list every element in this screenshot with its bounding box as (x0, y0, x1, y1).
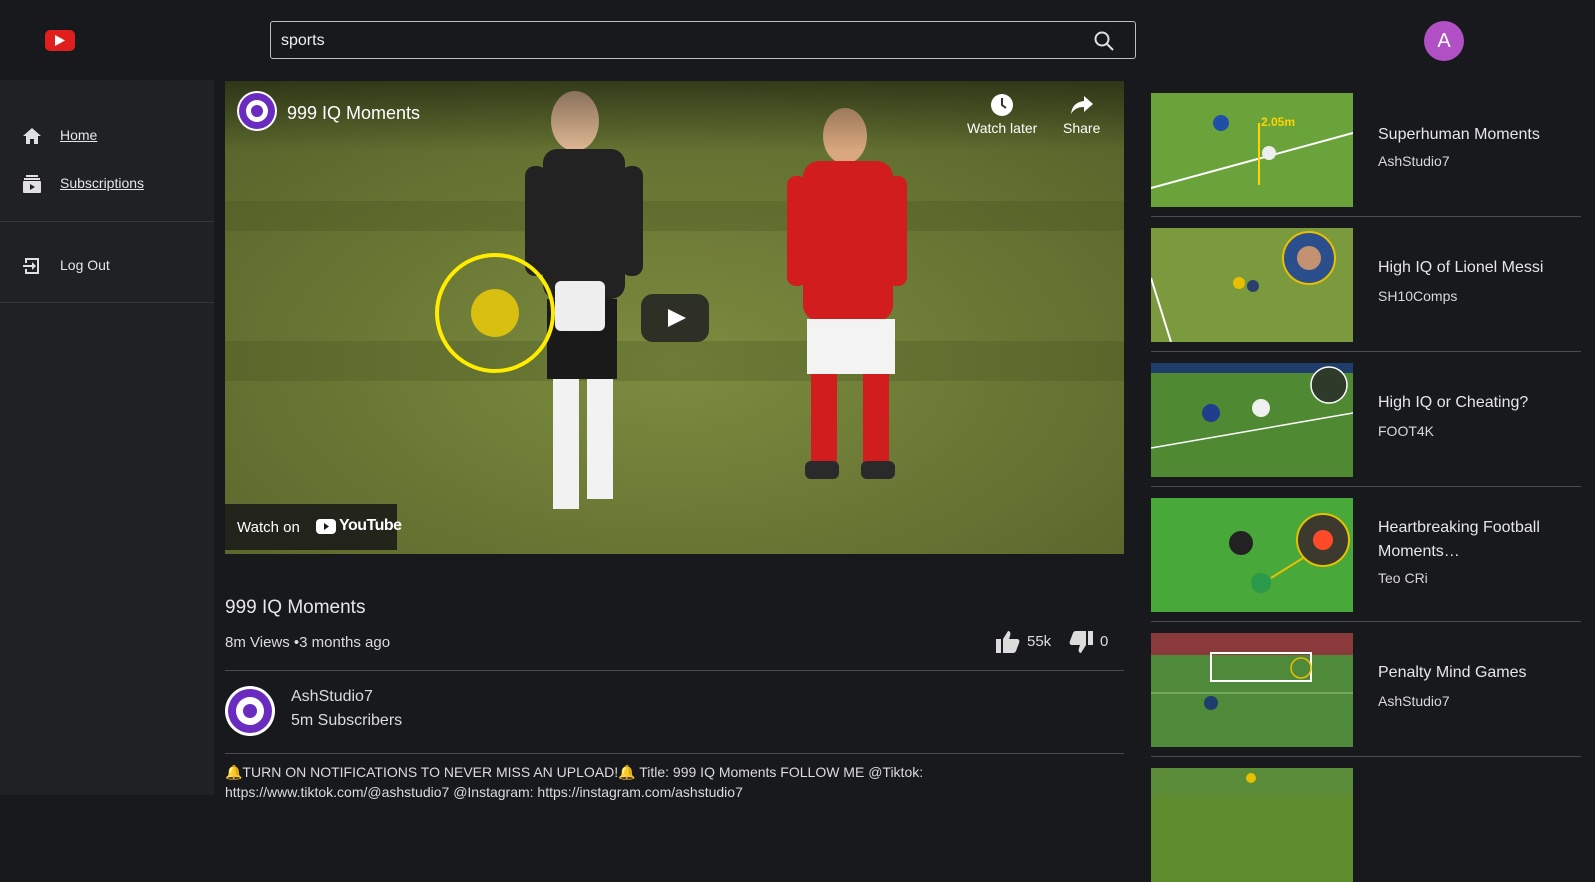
recommendation-divider (1151, 621, 1581, 622)
recommendation-channel[interactable]: Teo CRi (1378, 570, 1428, 586)
recommendation-title[interactable]: High IQ of Lionel Messi (1378, 256, 1578, 280)
video-thumbnail (1151, 498, 1353, 612)
user-avatar[interactable]: A (1424, 21, 1464, 61)
recommendation-channel[interactable]: AshStudio7 (1378, 693, 1450, 709)
recommendation-divider (1151, 486, 1581, 487)
video-description: 🔔TURN ON NOTIFICATIONS TO NEVER MISS AN … (225, 764, 924, 800)
recommendation-divider (1151, 351, 1581, 352)
share-button[interactable]: Share (1063, 93, 1100, 136)
watch-on-youtube-button[interactable]: Watch on YouTube (225, 504, 402, 550)
sidebar-item-subscriptions[interactable]: Subscriptions (0, 166, 214, 202)
sidebar-item-label: Home (60, 127, 98, 143)
youtube-logo-icon[interactable] (45, 30, 75, 51)
video-thumbnail: 2.05m (1151, 93, 1353, 207)
recommendation-channel[interactable]: AshStudio7 (1378, 153, 1450, 169)
channel-logo[interactable] (237, 91, 277, 131)
home-icon (22, 126, 42, 146)
recommendation-divider (1151, 756, 1581, 757)
play-icon (668, 309, 686, 327)
watch-on-label: Watch on (237, 519, 300, 536)
sidebar-item-logout[interactable]: Log Out (0, 248, 214, 284)
video-thumbnail (1151, 768, 1353, 882)
recommendation-item[interactable]: 2.05m Superhuman Moments AshStudio7 (1151, 93, 1581, 207)
top-bar: A (0, 0, 1595, 80)
search-box (270, 21, 1136, 59)
watch-later-label: Watch later (967, 120, 1038, 136)
watch-later-button[interactable]: Watch later (967, 93, 1037, 136)
video-player[interactable]: 999 IQ Moments Watch later Share Watch o… (225, 81, 1124, 554)
channel-name[interactable]: AshStudio7 (291, 688, 373, 706)
thumbs-down-icon (1069, 631, 1093, 653)
sidebar: Home Subscriptions Log Out (0, 80, 214, 795)
like-count: 55k (1027, 633, 1052, 650)
sidebar-divider (0, 302, 214, 303)
sidebar-item-label: Log Out (60, 257, 110, 273)
recommendation-item[interactable]: High IQ or Cheating? FOOT4K (1151, 363, 1581, 477)
logout-icon (22, 256, 42, 276)
video-meta: 8m Views •3 months ago (225, 634, 391, 651)
channel-avatar[interactable] (225, 686, 275, 736)
subscriptions-icon (22, 174, 42, 194)
sidebar-divider (0, 221, 214, 222)
thumbs-up-icon (996, 631, 1020, 653)
channel-subscribers: 5m Subscribers (291, 712, 403, 729)
sidebar-item-home[interactable]: Home (0, 118, 214, 154)
dislike-count: 0 (1100, 633, 1109, 650)
recommendation-title[interactable]: Penalty Mind Games (1378, 661, 1578, 685)
video-title: 999 IQ Moments (225, 597, 366, 618)
recommendation-title[interactable]: High IQ or Cheating? (1378, 391, 1578, 415)
search-icon[interactable] (1093, 30, 1115, 52)
recommendation-channel[interactable]: FOOT4K (1378, 423, 1434, 439)
recommendation-divider (1151, 216, 1581, 217)
recommendation-item[interactable]: Heartbreaking Football Moments… Teo CRi (1151, 498, 1581, 612)
share-icon (1070, 96, 1093, 114)
thumbnail-label: 2.05m (1261, 115, 1296, 129)
youtube-wordmark: YouTube (339, 517, 402, 534)
recommendation-item[interactable] (1151, 768, 1581, 882)
info-divider (225, 670, 1124, 671)
youtube-logo-icon (316, 519, 336, 534)
share-label: Share (1063, 120, 1101, 136)
info-divider (225, 753, 1124, 754)
recommendation-item[interactable]: High IQ of Lionel Messi SH10Comps (1151, 228, 1581, 342)
recommendation-item[interactable]: Penalty Mind Games AshStudio7 (1151, 633, 1581, 747)
recommendation-channel[interactable]: SH10Comps (1378, 288, 1457, 304)
video-thumbnail (1151, 633, 1353, 747)
video-thumbnail (1151, 228, 1353, 342)
recommendation-title[interactable]: Superhuman Moments (1378, 123, 1578, 147)
player-video-title[interactable]: 999 IQ Moments (287, 103, 420, 124)
play-button[interactable] (641, 294, 709, 342)
clock-icon (991, 94, 1014, 116)
sidebar-item-label: Subscriptions (60, 175, 145, 191)
recommendation-title[interactable]: Heartbreaking Football Moments… (1378, 516, 1578, 564)
video-thumbnail (1151, 363, 1353, 477)
search-input[interactable] (279, 28, 1073, 54)
